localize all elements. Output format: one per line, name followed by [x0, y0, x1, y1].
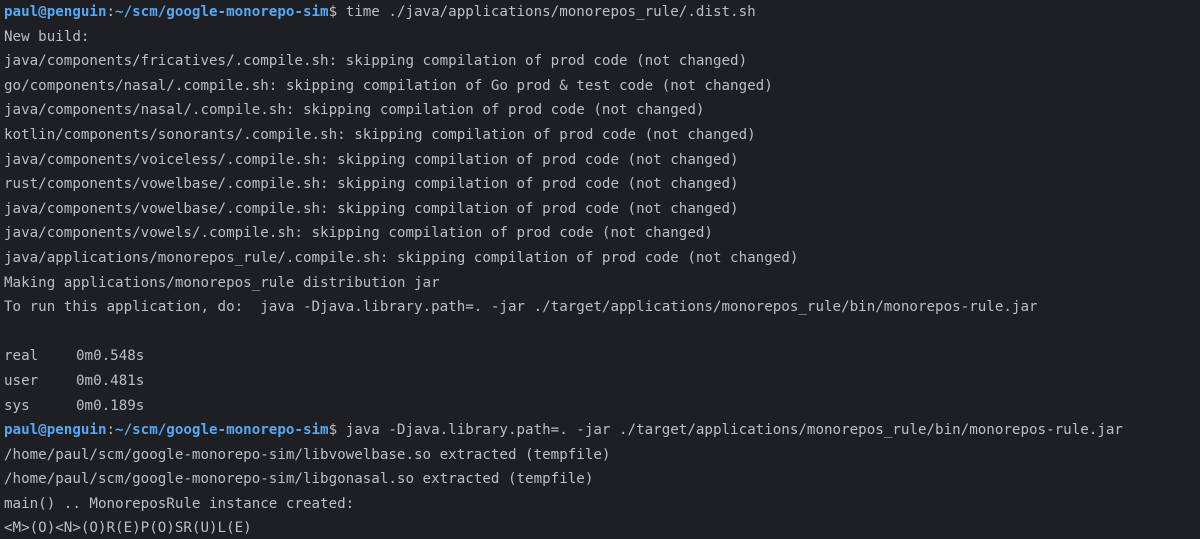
output-line: java/components/fricatives/.compile.sh: …	[4, 53, 748, 70]
output-line: /home/paul/scm/google-monorepo-sim/libvo…	[4, 446, 611, 463]
prompt-user-host: paul@penguin	[4, 422, 107, 439]
command-text: java -Djava.library.path=. -jar ./target…	[345, 422, 1123, 439]
timing-line: sys 0m0.189s	[4, 394, 1200, 419]
output-line: java/applications/monorepos_rule/.compil…	[4, 249, 799, 266]
prompt-separator: :	[106, 422, 116, 439]
output-line: java/components/voiceless/.compile.sh: s…	[4, 151, 739, 168]
prompt-path: ~/scm/google-monorepo-sim	[115, 4, 329, 20]
output-line: rust/components/vowelbase/.compile.sh: s…	[4, 176, 739, 193]
output-line: kotlin/components/sonorants/.compile.sh:…	[4, 126, 756, 143]
timing-label: user	[4, 372, 39, 389]
prompt-symbol: $	[328, 4, 338, 20]
output-line: main() .. MonoreposRule instance created…	[4, 495, 355, 512]
timing-label: real	[4, 348, 39, 365]
prompt-line: paul@penguin:~/scm/google-monorepo-sim$ …	[4, 0, 1200, 25]
output-line: java/components/nasal/.compile.sh: skipp…	[4, 102, 705, 119]
timing-value: 0m0.481s	[76, 372, 145, 389]
prompt-line: paul@penguin:~/scm/google-monorepo-sim$ …	[4, 418, 1200, 443]
prompt-user-host: paul@penguin	[4, 4, 107, 20]
output-line: New build:	[4, 28, 90, 45]
output-line: Making applications/monorepos_rule distr…	[4, 274, 440, 291]
output-line: /home/paul/scm/google-monorepo-sim/libgo…	[4, 471, 594, 488]
timing-value: 0m0.548s	[76, 348, 145, 365]
timing-value: 0m0.189s	[76, 397, 145, 414]
output-line: To run this application, do: java -Djava…	[4, 299, 1038, 316]
terminal-output[interactable]: paul@penguin:~/scm/google-monorepo-sim$ …	[0, 0, 1200, 539]
timing-line: real 0m0.548s	[4, 344, 1200, 369]
prompt-path: ~/scm/google-monorepo-sim	[115, 422, 329, 439]
output-line: java/components/vowelbase/.compile.sh: s…	[4, 200, 739, 217]
timing-label: sys	[4, 397, 30, 414]
prompt-symbol: $	[328, 422, 338, 439]
command-text: time ./java/applications/monorepos_rule/…	[345, 4, 756, 20]
output-line: go/components/nasal/.compile.sh: skippin…	[4, 77, 773, 94]
output-line: java/components/vowels/.compile.sh: skip…	[4, 225, 713, 242]
output-line: <M>(O)<N>(O)R(E)P(O)SR(U)L(E)	[4, 520, 252, 537]
timing-line: user 0m0.481s	[4, 369, 1200, 394]
prompt-separator: :	[106, 4, 116, 20]
